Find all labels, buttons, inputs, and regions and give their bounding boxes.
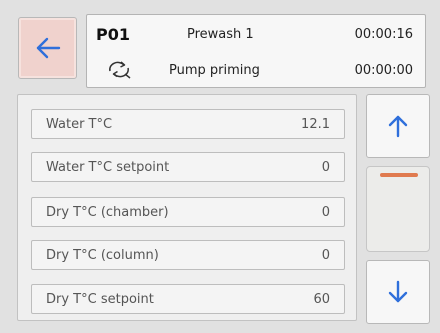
param-label: Water T°C setpoint	[46, 159, 170, 175]
status-time: 00:00:00	[354, 63, 413, 78]
param-row-water-temp: Water T°C 12.1	[31, 109, 345, 139]
screen: P01 Prewash 1 00:00:16 Pump priming 00:0…	[0, 0, 440, 333]
cycle-info-panel: P01 Prewash 1 00:00:16 Pump priming 00:0…	[86, 14, 426, 88]
param-row-dry-column: Dry T°C (column) 0	[31, 240, 345, 270]
back-button[interactable]	[18, 17, 77, 79]
scrollbar-track[interactable]	[366, 166, 430, 252]
param-value: 0	[321, 204, 330, 220]
pump-rotation-icon	[109, 61, 131, 79]
param-label: Dry T°C (chamber)	[46, 204, 169, 220]
phase-time: 00:00:16	[354, 27, 413, 42]
scroll-down-button[interactable]	[366, 260, 430, 324]
param-label: Dry T°C (column)	[46, 247, 159, 263]
param-value: 0	[321, 159, 330, 175]
program-code: P01	[96, 25, 130, 44]
status-text: Pump priming	[169, 63, 260, 78]
param-value: 60	[313, 291, 330, 307]
parameter-list: Water T°C 12.1 Water T°C setpoint 0 Dry …	[17, 94, 357, 321]
param-row-water-setpoint: Water T°C setpoint 0	[31, 152, 345, 182]
arrow-down-icon	[388, 280, 408, 303]
param-row-dry-chamber: Dry T°C (chamber) 0	[31, 197, 345, 227]
param-value: 12.1	[301, 116, 330, 132]
arrow-up-icon	[388, 115, 408, 138]
scrollbar-thumb[interactable]	[380, 173, 418, 177]
phase-name: Prewash 1	[187, 27, 254, 42]
param-row-dry-setpoint: Dry T°C setpoint 60	[31, 284, 345, 314]
param-value: 0	[321, 247, 330, 263]
param-label: Water T°C	[46, 116, 113, 132]
param-label: Dry T°C setpoint	[46, 291, 154, 307]
scroll-up-button[interactable]	[366, 94, 430, 158]
arrow-left-icon	[36, 37, 60, 59]
